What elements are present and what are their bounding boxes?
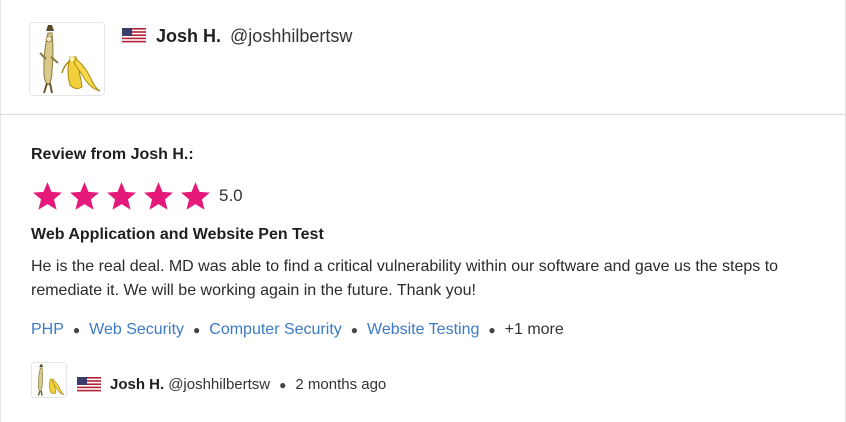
star-icon xyxy=(181,181,210,210)
rating-value: 5.0 xyxy=(219,186,243,205)
tag-php[interactable]: PHP xyxy=(31,320,64,340)
job-title: Web Application and Website Pen Test xyxy=(31,226,324,243)
reviewer-identity: Josh H. @joshhilbertsw xyxy=(156,26,352,46)
reviewer-name[interactable]: Josh H. xyxy=(156,26,221,46)
star-icon xyxy=(144,181,173,210)
separator-dot: ● xyxy=(488,323,496,337)
star-rating: 5.0 xyxy=(31,179,243,213)
separator-dot: ● xyxy=(350,323,359,337)
star-icon xyxy=(107,181,136,210)
tag-web-security[interactable]: Web Security xyxy=(89,320,184,340)
star-icon xyxy=(70,181,99,210)
star-icon xyxy=(33,181,62,210)
review-heading: Review from Josh H.: xyxy=(31,146,194,163)
reviewer-avatar[interactable] xyxy=(29,22,105,96)
reviewer-handle: @joshhilbertsw xyxy=(230,26,353,46)
separator-dot: ● xyxy=(72,323,81,337)
review-timestamp: 2 months ago xyxy=(295,376,387,393)
us-flag-icon xyxy=(77,377,101,393)
review-text: He is the real deal. MD was able to find… xyxy=(31,258,779,299)
us-flag-icon xyxy=(122,28,146,44)
review-card: Josh H. @joshhilbertsw Review from Josh … xyxy=(0,0,846,422)
banana-character-icon xyxy=(39,25,101,94)
reviewer-header: Josh H. @joshhilbertsw xyxy=(1,0,845,115)
tag-website-testing[interactable]: Website Testing xyxy=(367,320,479,340)
footer-reviewer-name[interactable]: Josh H. xyxy=(110,375,164,395)
footer-reviewer-handle: @joshhilbertsw xyxy=(168,376,271,393)
tag-computer-security[interactable]: Computer Security xyxy=(209,320,342,340)
footer-identity: Josh H. @joshhilbertsw ● 2 months ago xyxy=(110,375,386,395)
banana-character-icon xyxy=(37,364,65,396)
skill-tags: PHP ● Web Security ● Computer Security ●… xyxy=(31,320,564,340)
more-tags-button[interactable]: +1 more xyxy=(505,320,564,340)
separator-dot: ● xyxy=(193,323,201,337)
reviewer-avatar-small[interactable] xyxy=(31,362,67,398)
separator-dot: ● xyxy=(279,378,287,392)
